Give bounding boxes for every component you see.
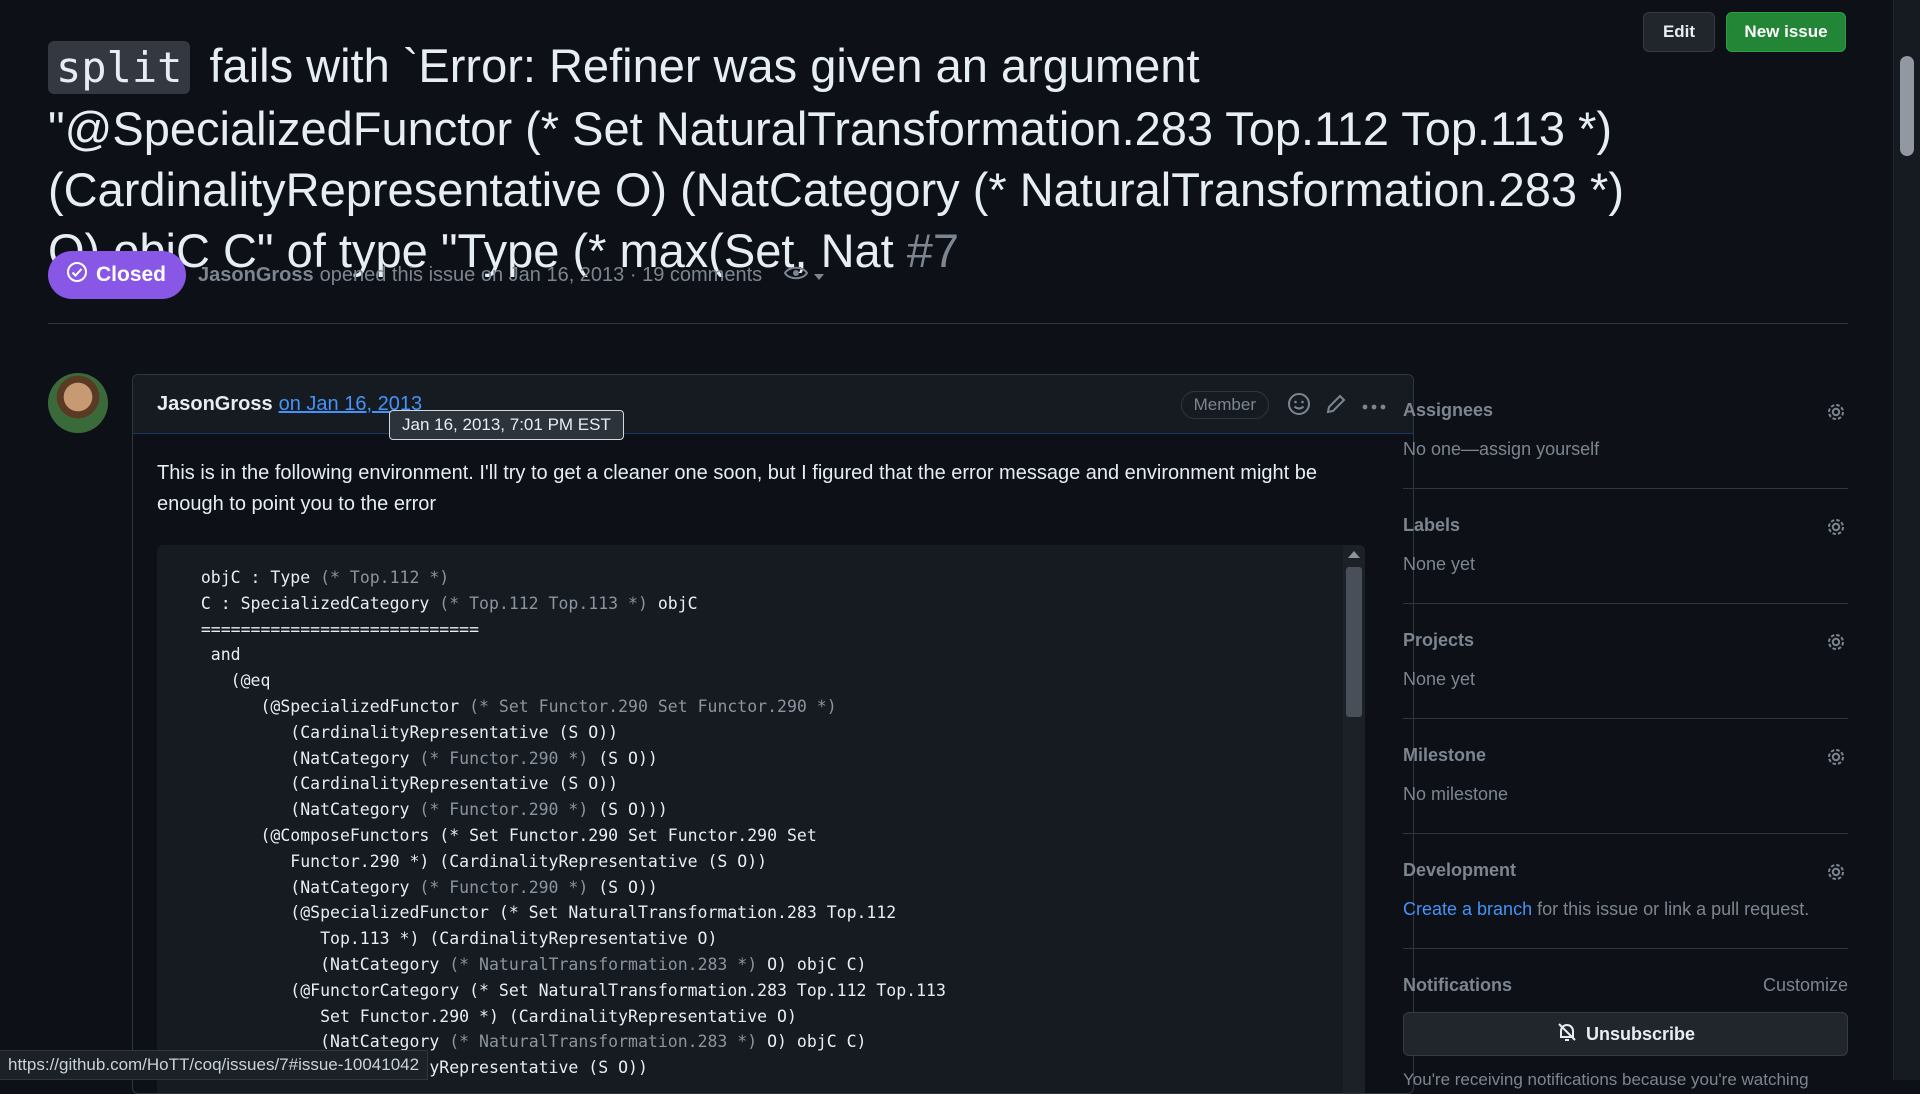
sidebar-projects: Projects None yet: [1403, 604, 1848, 719]
code-content: objC : Type (* Top.112 *) C : Specialize…: [157, 545, 1365, 1093]
issue-comment: JasonGross on Jan 16, 2013 Member This i…: [132, 374, 1414, 1094]
code-line: (CardinalityRepresentative (S O)): [181, 722, 619, 742]
labels-title: Labels: [1403, 515, 1461, 535]
sidebar: Assignees No one—assign yourself Labels …: [1403, 374, 1848, 1090]
issue-meta: Closed JasonGross opened this issue on J…: [48, 251, 825, 299]
status-badge: Closed: [48, 251, 187, 299]
code-line: and: [181, 645, 241, 665]
code-line: Top.113 *) (CardinalityRepresentative O): [181, 929, 718, 949]
title-code: split: [48, 41, 191, 95]
notifications-title: Notifications: [1403, 975, 1513, 995]
gear-icon[interactable]: [1824, 860, 1848, 889]
issue-title: split fails with `Error: Refiner was giv…: [48, 35, 1648, 281]
create-branch-link[interactable]: Create a branch: [1403, 899, 1532, 919]
code-line: C : SpecializedCategory (* Top.112 Top.1…: [181, 593, 698, 613]
comment-header: JasonGross on Jan 16, 2013 Member: [133, 375, 1413, 434]
title-text: fails with `Error: Refiner was given an …: [48, 39, 1624, 278]
sidebar-notifications: Notifications Customize Unsubscribe You'…: [1403, 949, 1848, 1090]
unsubscribe-label: Unsubscribe: [1585, 1023, 1696, 1044]
gear-icon[interactable]: [1824, 630, 1848, 659]
gear-icon[interactable]: [1824, 515, 1848, 544]
new-issue-button[interactable]: New issue: [1726, 12, 1846, 52]
code-line: (NatCategory (* Functor.290 *) (S O))): [181, 800, 668, 820]
sidebar-development: Development Create a branch for this iss…: [1403, 834, 1848, 949]
sidebar-labels: Labels None yet: [1403, 489, 1848, 604]
milestone-title: Milestone: [1403, 745, 1487, 765]
code-scrollbar[interactable]: [1343, 545, 1365, 1093]
date-tooltip: Jan 16, 2013, 7:01 PM EST: [389, 410, 624, 440]
gear-icon[interactable]: [1824, 400, 1848, 429]
kebab-menu-icon[interactable]: [1361, 398, 1387, 416]
code-line: (@SpecializedFunctor (* Set NaturalTrans…: [181, 903, 897, 923]
assignees-title: Assignees: [1403, 400, 1494, 420]
unsubscribe-button[interactable]: Unsubscribe: [1403, 1012, 1848, 1056]
code-line: (CardinalityRepresentative (S O)): [181, 774, 619, 794]
customize-link[interactable]: Customize: [1763, 975, 1848, 996]
comment-actions: [1287, 392, 1387, 421]
code-line: Set Functor.290 *) (CardinalityRepresent…: [181, 1006, 797, 1026]
code-line: (@SpecializedFunctor (* Set Functor.290 …: [181, 696, 837, 716]
comment-body: This is in the following environment. I'…: [157, 462, 1317, 515]
member-badge: Member: [1180, 391, 1269, 419]
comment-author-link[interactable]: JasonGross: [157, 393, 273, 416]
code-line: (NatCategory (* Functor.290 *) (S O)): [181, 877, 658, 897]
issue-author-link[interactable]: JasonGross: [198, 264, 314, 287]
issue-opened-text: opened this issue on Jan 16, 2013 · 19 c…: [319, 263, 763, 286]
issue-page: split fails with `Error: Refiner was giv…: [48, 0, 1848, 1094]
code-line: (NatCategory (* Functor.290 *) (S O)): [181, 748, 658, 768]
scrollbar-thumb[interactable]: [1346, 567, 1362, 717]
edit-button[interactable]: Edit: [1643, 12, 1715, 52]
header-divider: [48, 323, 1848, 324]
sidebar-assignees: Assignees No one—assign yourself: [1403, 374, 1848, 489]
notifications-header: Notifications Customize: [1403, 949, 1848, 996]
check-circle-icon: [66, 261, 88, 289]
code-line: (NatCategory (* NaturalTransformation.28…: [181, 954, 867, 974]
status-bar-url: https://github.com/HoTT/coq/issues/7#iss…: [0, 1050, 429, 1080]
code-line: (@FunctorCategory (* Set NaturalTransfor…: [181, 980, 946, 1000]
eye-icon: [783, 264, 809, 287]
issue-number: #7: [893, 224, 960, 278]
page-scrollbar-thumb[interactable]: [1900, 56, 1914, 156]
chevron-down-icon: [814, 264, 825, 287]
scroll-up-icon[interactable]: [1348, 551, 1360, 558]
development-title: Development: [1403, 860, 1517, 880]
labels-value: None yet: [1403, 554, 1476, 574]
sidebar-milestone: Milestone No milestone: [1403, 719, 1848, 834]
development-text: for this issue or link a pull request.: [1532, 899, 1810, 919]
code-line: objC : Type (* Top.112 *): [181, 568, 450, 587]
assignees-value[interactable]: No one—assign yourself: [1403, 439, 1848, 460]
bell-slash-icon: [1556, 1021, 1578, 1048]
code-line: (@ComposeFunctors (* Set Functor.290 Set…: [181, 825, 817, 845]
watch-dropdown[interactable]: [783, 264, 825, 287]
notifications-note: You're receiving notifications because y…: [1403, 1070, 1809, 1089]
projects-value: None yet: [1403, 669, 1476, 689]
code-line: Functor.290 *) (CardinalityRepresentativ…: [181, 851, 768, 871]
avatar[interactable]: [48, 373, 108, 433]
development-value: Create a branch for this issue or link a…: [1403, 899, 1848, 920]
code-line: (@eq: [181, 671, 271, 691]
smiley-icon[interactable]: [1287, 392, 1311, 421]
milestone-value: No milestone: [1403, 784, 1509, 804]
projects-title: Projects: [1403, 630, 1475, 650]
code-block: objC : Type (* Top.112 *) C : Specialize…: [157, 545, 1365, 1093]
status-label: Closed: [96, 263, 167, 286]
pencil-icon[interactable]: [1325, 393, 1347, 420]
page-scrollbar[interactable]: [1893, 0, 1920, 1080]
gear-icon[interactable]: [1824, 745, 1848, 774]
code-line: ============================: [181, 619, 480, 639]
